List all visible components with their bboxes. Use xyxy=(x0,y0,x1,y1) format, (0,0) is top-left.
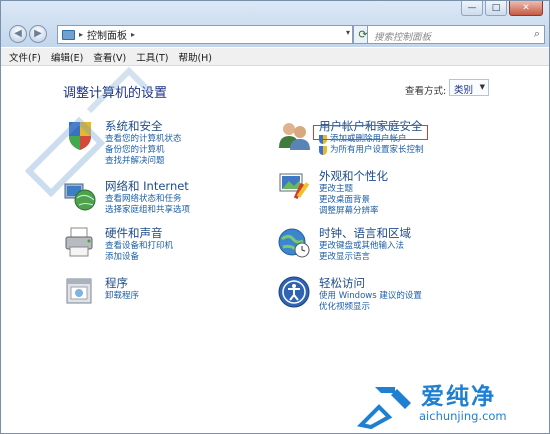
task-link[interactable]: 优化视频显示 xyxy=(319,302,422,313)
category-title[interactable]: 轻松访问 xyxy=(319,275,365,291)
chevron-down-icon: ▼ xyxy=(479,83,485,91)
category-title[interactable]: 系统和安全 xyxy=(105,118,163,134)
category-title[interactable]: 程序 xyxy=(105,275,128,291)
category-links: 查看您的计算机状态 备份您的计算机 查找并解决问题 xyxy=(105,134,182,167)
task-link[interactable]: 查看您的计算机状态 xyxy=(105,134,182,145)
task-link[interactable]: 查找并解决问题 xyxy=(105,156,182,167)
control-panel-window: — □ ✕ ◀ ▶ ▸ 控制面板 ▸ ▾ ⟳ 搜索控制面板 ⌕ 文件(F) 编辑… xyxy=(0,0,550,434)
category-links: 卸载程序 xyxy=(105,291,139,302)
uac-shield-icon xyxy=(319,146,327,155)
category-links: 使用 Windows 建议的设置 优化视频显示 xyxy=(319,291,422,313)
close-button[interactable]: ✕ xyxy=(509,1,543,16)
menu-view[interactable]: 查看(V) xyxy=(93,50,126,64)
category-title[interactable]: 时钟、语言和区域 xyxy=(319,225,411,241)
page-title: 调整计算机的设置 xyxy=(63,86,168,101)
view-by-label: 查看方式: xyxy=(405,86,447,97)
menu-tools[interactable]: 工具(T) xyxy=(136,50,168,64)
maximize-button[interactable]: □ xyxy=(485,1,507,16)
shield-icon xyxy=(69,122,91,150)
menu-bar: 文件(F) 编辑(E) 查看(V) 工具(T) 帮助(H) xyxy=(1,48,549,66)
menu-edit[interactable]: 编辑(E) xyxy=(51,50,83,64)
task-link[interactable]: 更改键盘或其他输入法 xyxy=(319,241,404,252)
watermark-url: aichunjing.com xyxy=(419,409,507,423)
highlight-annotation-box xyxy=(313,125,428,140)
task-link[interactable]: 查看设备和打印机 xyxy=(105,241,173,252)
task-link-text: 为所有用户设置家长控制 xyxy=(330,145,424,155)
breadcrumb-separator[interactable]: ▸ xyxy=(79,30,83,39)
users-icon xyxy=(279,123,310,150)
view-by-value: 类别 xyxy=(454,85,474,96)
task-link[interactable]: 添加设备 xyxy=(105,252,173,263)
view-by-select[interactable]: 类别 ▼ xyxy=(449,79,489,96)
category-title[interactable]: 硬件和声音 xyxy=(105,225,163,241)
search-placeholder: 搜索控制面板 xyxy=(374,32,432,43)
category-links: 更改主题 更改桌面背景 调整屏幕分辨率 xyxy=(319,184,379,217)
search-input[interactable]: 搜索控制面板 ⌕ xyxy=(367,25,545,44)
network-globe-icon xyxy=(64,183,96,211)
task-link[interactable]: 调整屏幕分辨率 xyxy=(319,206,379,217)
appearance-icon xyxy=(279,173,310,200)
task-link[interactable]: 使用 Windows 建议的设置 xyxy=(319,291,422,302)
category-links: 更改键盘或其他输入法 更改显示语言 xyxy=(319,241,404,263)
watermark-brand: 爱纯净 aichunjing.com xyxy=(357,377,547,431)
programs-icon xyxy=(66,278,92,304)
back-button[interactable]: ◀ xyxy=(9,25,27,43)
printer-icon xyxy=(65,227,93,257)
forward-button[interactable]: ▶ xyxy=(29,25,47,43)
parental-controls-link[interactable]: 为所有用户设置家长控制 xyxy=(319,145,424,156)
address-bar[interactable]: ▸ 控制面板 ▸ ▾ xyxy=(57,25,353,44)
globe-clock-icon xyxy=(278,228,310,258)
chevron-down-icon[interactable]: ▾ xyxy=(346,28,350,37)
task-link[interactable]: 查看网络状态和任务 xyxy=(105,194,190,205)
task-link[interactable]: 选择家庭组和共享选项 xyxy=(105,205,190,216)
search-icon[interactable]: ⌕ xyxy=(534,27,540,41)
menu-file[interactable]: 文件(F) xyxy=(9,50,41,64)
watermark-brand-name: 爱纯净 xyxy=(421,384,496,410)
task-link[interactable]: 更改主题 xyxy=(319,184,379,195)
task-link[interactable]: 更改显示语言 xyxy=(319,252,404,263)
minimize-button[interactable]: — xyxy=(461,1,483,16)
window-chrome: — □ ✕ ◀ ▶ ▸ 控制面板 ▸ ▾ ⟳ 搜索控制面板 ⌕ xyxy=(1,1,549,47)
control-panel-icon xyxy=(62,29,75,40)
task-link[interactable]: 卸载程序 xyxy=(105,291,139,302)
ease-of-access-icon xyxy=(278,276,310,308)
category-links: 查看网络状态和任务 选择家庭组和共享选项 xyxy=(105,194,190,216)
category-title[interactable]: 外观和个性化 xyxy=(319,168,388,184)
category-title[interactable]: 网络和 Internet xyxy=(105,178,189,194)
watermark-logo-icon xyxy=(357,387,411,429)
breadcrumb-control-panel[interactable]: 控制面板 xyxy=(87,27,127,42)
task-link[interactable]: 更改桌面背景 xyxy=(319,195,379,206)
menu-help[interactable]: 帮助(H) xyxy=(178,50,212,64)
task-link[interactable]: 备份您的计算机 xyxy=(105,145,182,156)
breadcrumb-separator[interactable]: ▸ xyxy=(131,30,135,39)
category-links: 查看设备和打印机 添加设备 xyxy=(105,241,173,263)
window-controls: — □ ✕ xyxy=(461,1,543,17)
